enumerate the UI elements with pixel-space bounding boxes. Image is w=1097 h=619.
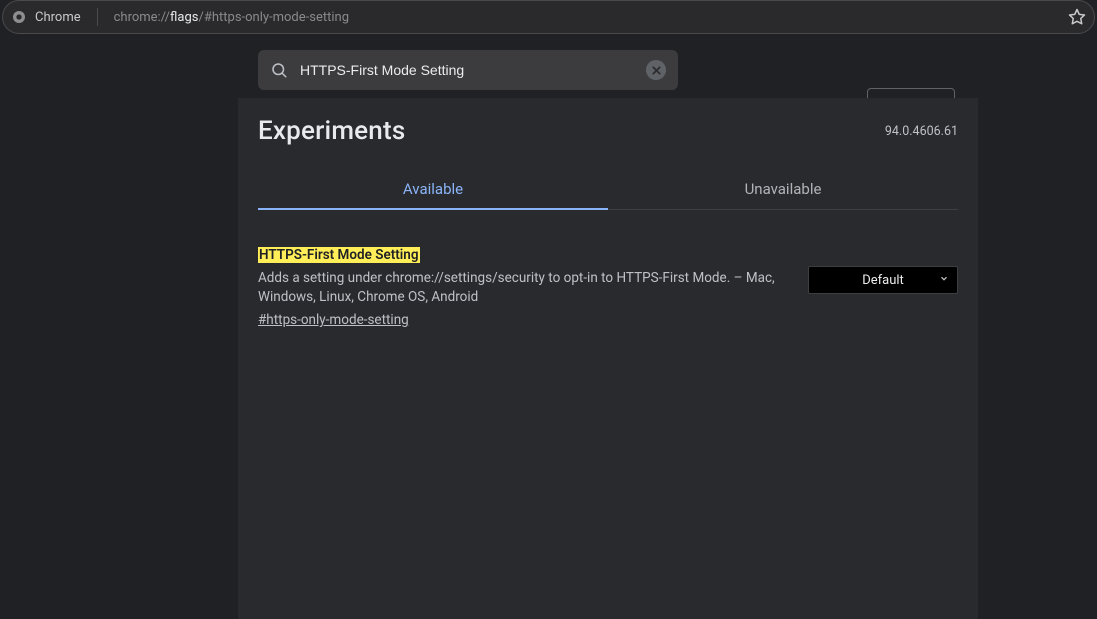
- search-icon: [270, 61, 288, 79]
- flag-title: HTTPS-First Mode Setting: [258, 247, 420, 263]
- main-content: Experiments 94.0.4606.61 Available Unava…: [238, 98, 978, 619]
- browser-address-bar: Chrome chrome://flags/#https-only-mode-s…: [2, 0, 1095, 34]
- separator: [97, 8, 98, 26]
- url-host: flags: [170, 10, 198, 25]
- clear-search-button[interactable]: [646, 60, 666, 80]
- search-input[interactable]: [300, 62, 634, 78]
- flag-state-select[interactable]: Default: [808, 266, 958, 294]
- tabs: Available Unavailable: [258, 168, 958, 210]
- toolbar: Reset all: [0, 40, 1097, 98]
- flag-entry: HTTPS-First Mode Setting Adds a setting …: [258, 210, 958, 328]
- flag-state-value: Default: [862, 273, 904, 288]
- page-title: Experiments: [258, 116, 405, 146]
- app-name-label: Chrome: [35, 10, 89, 25]
- bookmark-star-icon[interactable]: [1068, 8, 1086, 26]
- flag-description: Adds a setting under chrome://settings/s…: [258, 269, 788, 306]
- address-url[interactable]: chrome://flags/#https-only-mode-setting: [106, 10, 349, 25]
- chrome-logo-icon: [11, 9, 27, 25]
- version-label: 94.0.4606.61: [885, 124, 958, 139]
- chevron-down-icon: [939, 273, 949, 288]
- tab-available[interactable]: Available: [258, 168, 608, 210]
- tab-unavailable[interactable]: Unavailable: [608, 168, 958, 210]
- url-path: /#https-only-mode-setting: [198, 10, 349, 25]
- flag-hash-link[interactable]: #https-only-mode-setting: [258, 312, 409, 328]
- search-input-container: [258, 50, 678, 90]
- url-prefix: chrome://: [114, 10, 170, 25]
